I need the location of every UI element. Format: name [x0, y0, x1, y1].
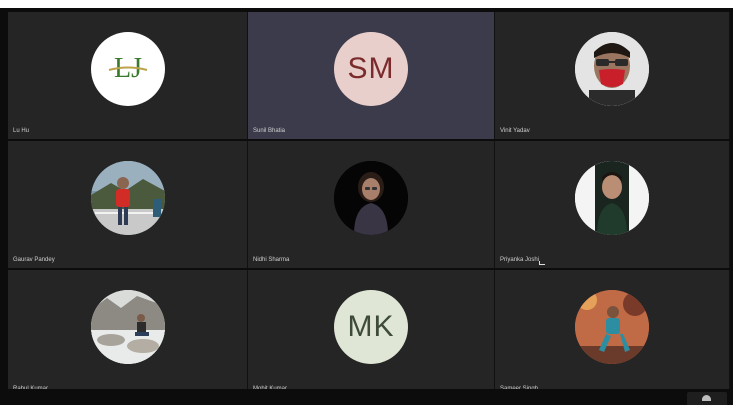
profile-photo [575, 31, 649, 106]
self-view-thumbnail[interactable] [687, 392, 727, 405]
participant-grid: LJ Lu Hu SM Sunil Bhatia Vinit Yadav Gau… [8, 12, 730, 397]
profile-photo [90, 160, 165, 235]
bottom-bar [0, 389, 733, 405]
profile-photo [334, 160, 408, 235]
participant-tile[interactable]: Sameer Singh [495, 270, 730, 397]
profile-photo [575, 160, 649, 235]
avatar: MK [334, 289, 408, 364]
avatar [90, 160, 165, 235]
participant-name: Lu Hu [13, 128, 30, 134]
avatar [90, 289, 165, 364]
avatar [575, 289, 649, 364]
pin-marker-icon [539, 261, 545, 265]
participant-tile[interactable]: Gaurav Pandey [8, 141, 248, 268]
participant-tile[interactable]: Rahul Kumar [8, 270, 248, 397]
profile-photo [90, 289, 165, 364]
participant-tile[interactable]: Nidhi Sharma [248, 141, 495, 268]
participant-tile[interactable]: MK Mohit Kumar [248, 270, 495, 397]
avatar [575, 31, 649, 106]
avatar-initials: MK [347, 309, 395, 343]
participant-name: Nidhi Sharma [253, 257, 290, 263]
person-silhouette-icon [702, 395, 711, 401]
lj-logo-icon: LJ [108, 53, 147, 84]
meeting-stage: LJ Lu Hu SM Sunil Bhatia Vinit Yadav Gau… [0, 8, 733, 405]
participant-name: Sunil Bhatia [253, 128, 286, 134]
participant-name: Priyanka Joshi [500, 257, 540, 263]
participant-tile[interactable]: Vinit Yadav [495, 12, 730, 139]
avatar [334, 160, 408, 235]
participant-tile-active[interactable]: SM Sunil Bhatia [248, 12, 495, 139]
avatar: LJ [90, 31, 165, 106]
participant-tile[interactable]: LJ Lu Hu [8, 12, 248, 139]
avatar [575, 160, 649, 235]
avatar-initials: SM [347, 51, 395, 85]
avatar: SM [334, 31, 408, 106]
participant-name: Vinit Yadav [500, 128, 530, 134]
participant-name: Gaurav Pandey [13, 257, 55, 263]
profile-photo [575, 289, 649, 364]
participant-tile[interactable]: Priyanka Joshi [495, 141, 730, 268]
